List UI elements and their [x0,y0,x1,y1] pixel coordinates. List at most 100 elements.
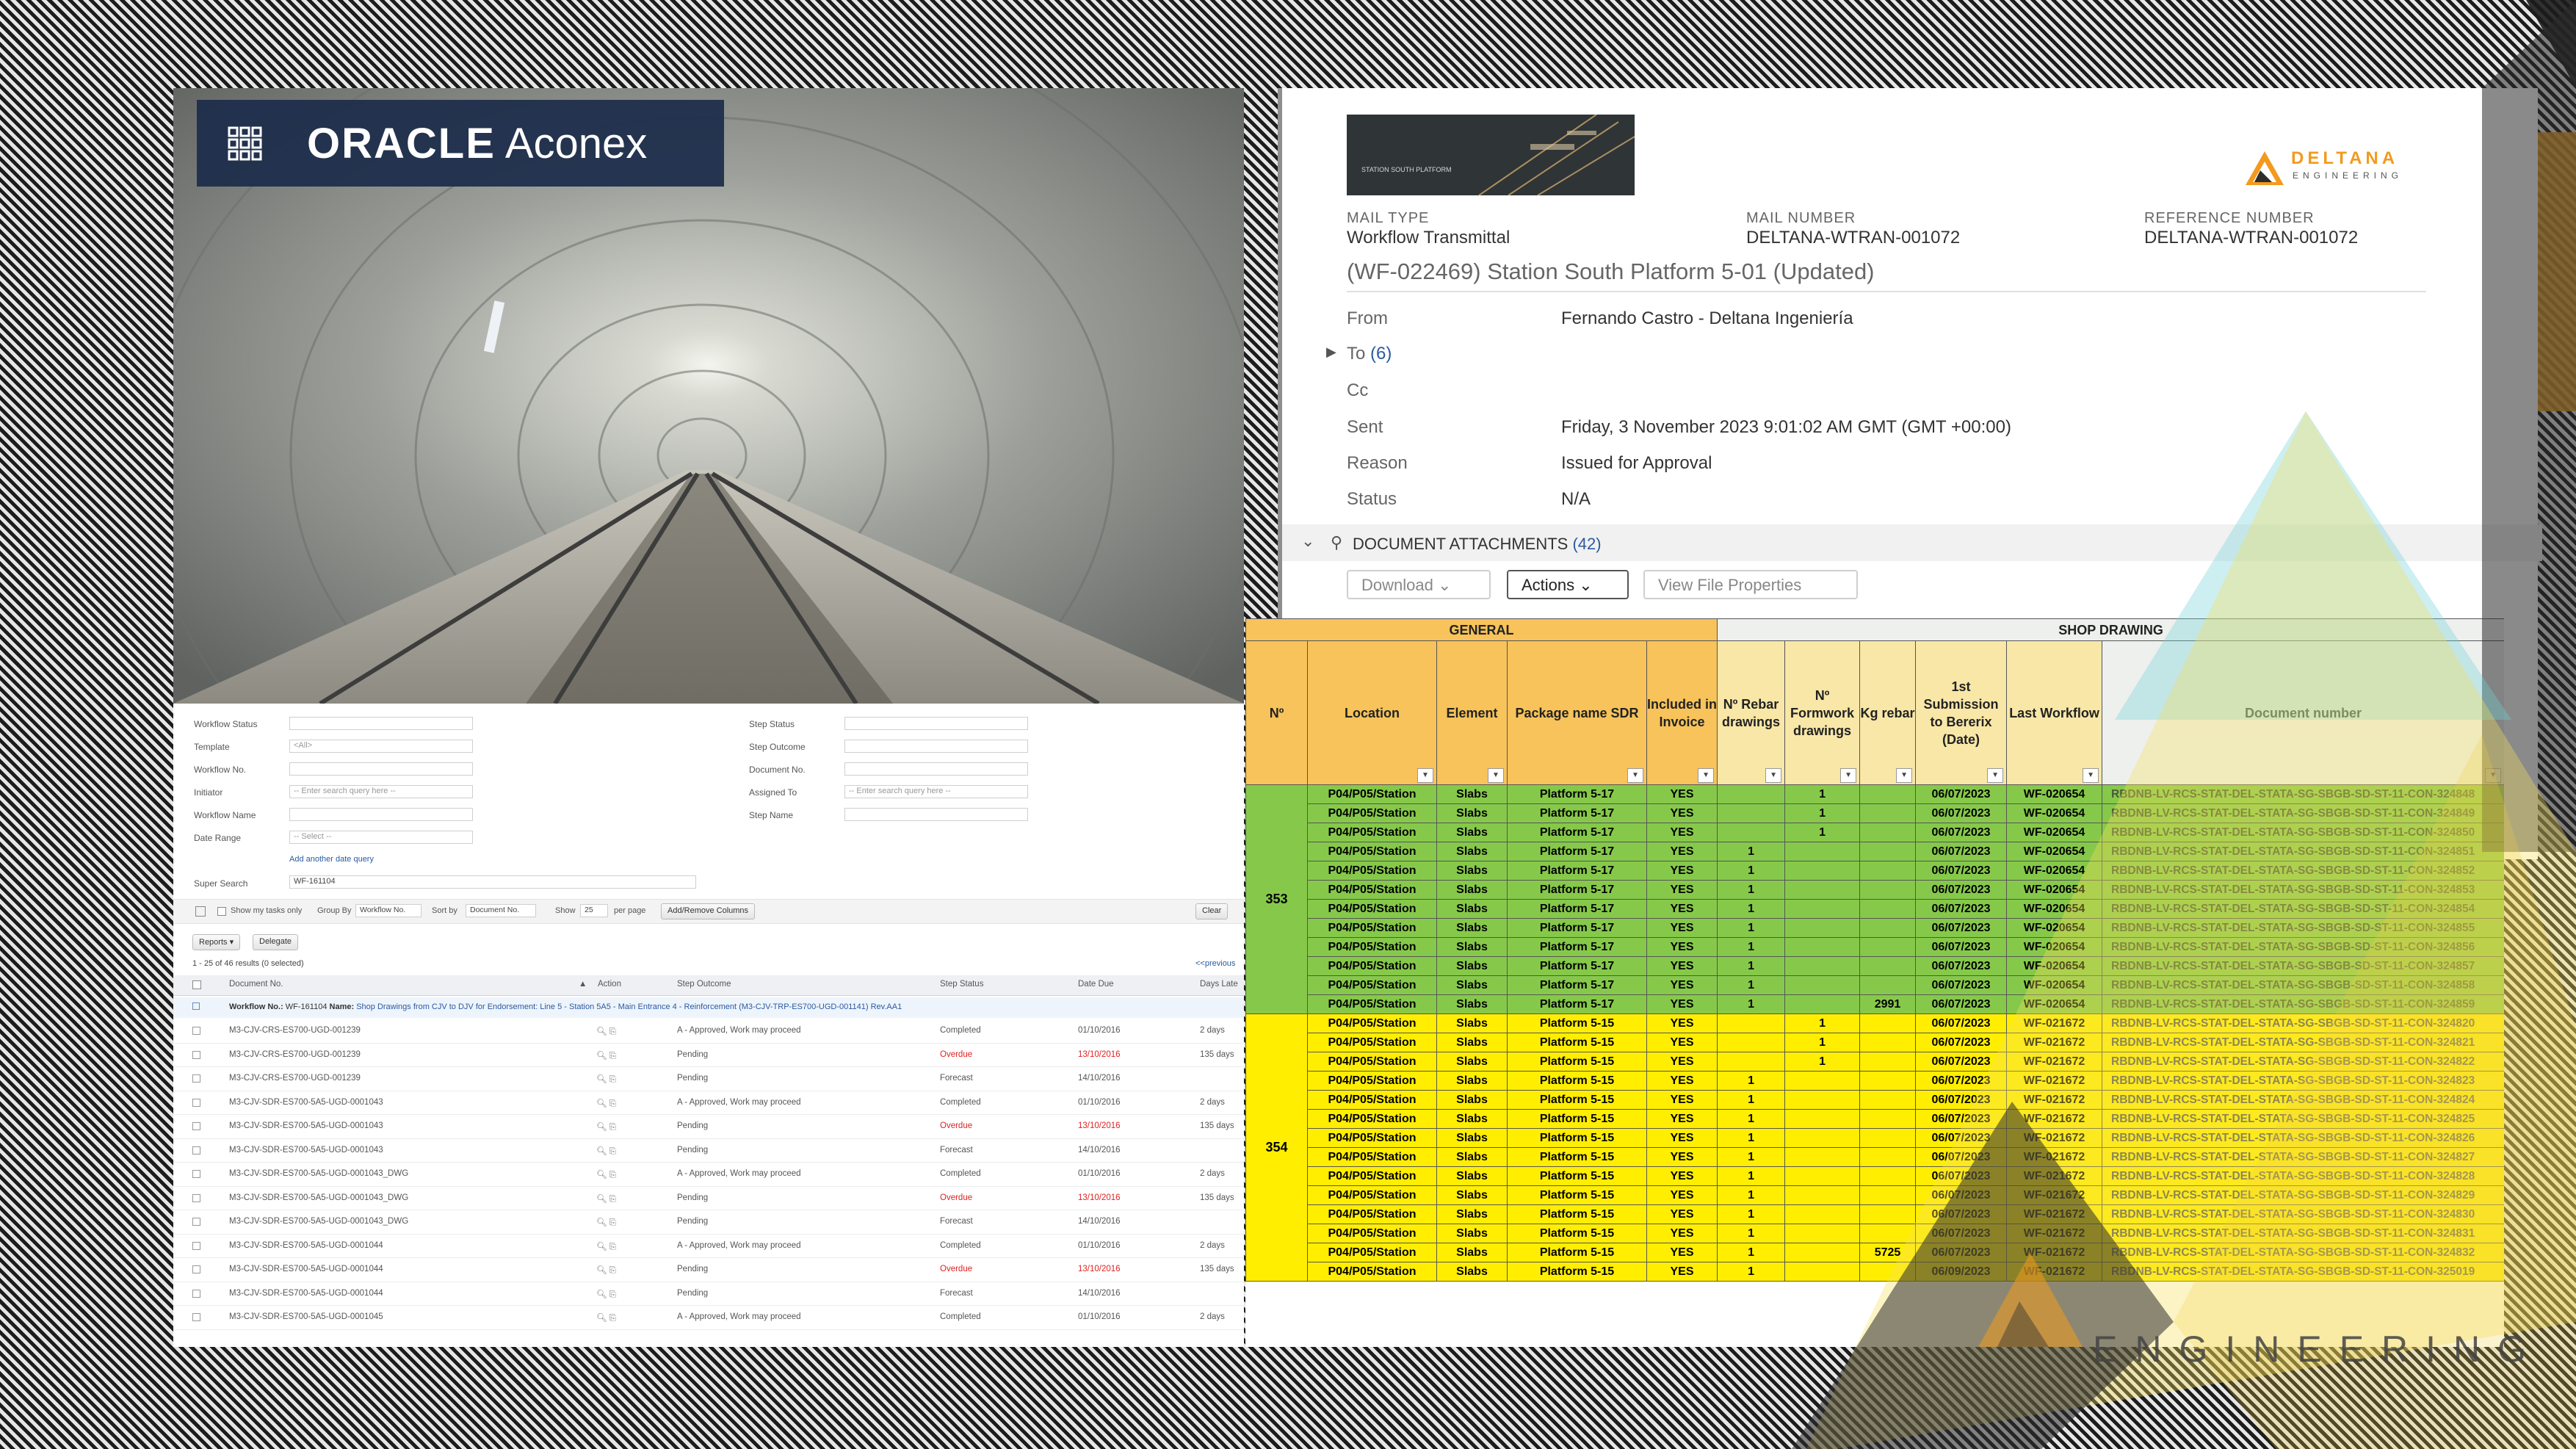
cell-date[interactable]: 06/07/2023 [1915,956,2008,976]
cell-rebar[interactable]: 1 [1717,1262,1786,1282]
cell-rebar[interactable]: 1 [1717,1147,1786,1167]
cell-element[interactable]: Slabs [1436,1262,1508,1282]
result-row[interactable]: M3-CJV-SDR-ES700-5A5-UGD-0001043_DWG 🔍︎ ⎘… [173,1163,1244,1187]
row-checkbox[interactable] [192,1050,200,1059]
sheet-row[interactable]: P04/P05/Station Slabs Platform 5-15 YES 1 06/… [1246,1090,2504,1110]
cell-workflow[interactable]: WF-021672 [2006,1185,2103,1205]
row-checkbox[interactable] [192,1098,200,1107]
filter-dropdown-icon[interactable]: ▼ [2485,768,2502,783]
cell-kg[interactable] [1859,1013,1917,1033]
cell-package[interactable]: Platform 5-17 [1507,803,1647,823]
cell-package[interactable]: Platform 5-17 [1507,861,1647,881]
cell-workflow[interactable]: WF-021672 [2006,1128,2103,1148]
cell-package[interactable]: Platform 5-15 [1507,1128,1647,1148]
cell-rebar[interactable] [1717,784,1786,804]
cell-rebar[interactable]: 1 [1717,1071,1786,1091]
col-step-status[interactable]: Step Status [940,980,983,989]
cell-date[interactable]: 06/07/2023 [1915,1128,2008,1148]
cell-element[interactable]: Slabs [1436,803,1508,823]
cell-kg[interactable] [1859,1109,1917,1129]
cell-date[interactable]: 06/07/2023 [1915,1052,2008,1072]
cell-location[interactable]: P04/P05/Station [1307,880,1437,900]
filter-dropdown-icon[interactable]: ▼ [1698,768,1715,783]
cell-invoice[interactable]: YES [1646,880,1718,900]
cell-invoice[interactable]: YES [1646,823,1718,842]
cell-document[interactable]: RBDNB-LV-RCS-STAT-DEL-STATA-SG-SBGB-SD-S… [2102,899,2504,919]
cell-kg[interactable] [1859,823,1917,842]
cell-invoice[interactable]: YES [1646,1262,1718,1282]
cell-invoice[interactable]: YES [1646,803,1718,823]
cell-invoice[interactable]: YES [1646,1166,1718,1186]
cell-location[interactable]: P04/P05/Station [1307,975,1437,995]
cell-date[interactable]: 06/07/2023 [1915,1109,2008,1129]
row-checkbox[interactable] [192,1265,200,1273]
sheet-row[interactable]: P04/P05/Station Slabs Platform 5-15 YES 1 06/… [1246,1185,2504,1205]
cell-invoice[interactable]: YES [1646,918,1718,938]
filter-dropdown-icon[interactable]: ▼ [1987,768,2004,783]
cell-rebar[interactable]: 1 [1717,1109,1786,1129]
cell-invoice[interactable]: YES [1646,861,1718,881]
cell-workflow[interactable]: WF-021672 [2006,1071,2103,1091]
view-icon[interactable]: 🔍︎ ⎘ [596,1121,616,1132]
filter-input[interactable] [844,762,1028,776]
cell-rebar[interactable]: 1 [1717,1243,1786,1262]
sheet-row[interactable]: P04/P05/Station Slabs Platform 5-17 YES 1 06/… [1246,880,2504,900]
cell-package[interactable]: Platform 5-17 [1507,937,1647,957]
cell-package[interactable]: Platform 5-17 [1507,784,1647,804]
cell-date[interactable]: 06/07/2023 [1915,975,2008,995]
cell-kg[interactable] [1859,975,1917,995]
sheet-row[interactable]: P04/P05/Station Slabs Platform 5-15 YES 1 06/… [1246,1128,2504,1148]
cell-package[interactable]: Platform 5-15 [1507,1071,1647,1091]
col-document-no[interactable]: Document No. [229,980,283,989]
cell-element[interactable]: Slabs [1436,975,1508,995]
cell-invoice[interactable]: YES [1646,937,1718,957]
reports-button[interactable]: Reports ▾ [192,934,241,950]
view-file-properties-button[interactable]: View File Properties [1643,570,1858,599]
cell-group-no[interactable]: 354 [1245,1013,1308,1282]
cell-invoice[interactable]: YES [1646,899,1718,919]
cell-package[interactable]: Platform 5-15 [1507,1052,1647,1072]
sheet-row[interactable]: P04/P05/Station Slabs Platform 5-15 YES 1 06/… [1246,1262,2504,1282]
delegate-button[interactable]: Delegate [253,934,299,950]
cell-date[interactable]: 06/07/2023 [1915,1166,2008,1186]
cell-formwork[interactable] [1784,861,1861,881]
cell-invoice[interactable]: YES [1646,1128,1718,1148]
cell-group-no[interactable]: 353 [1245,784,1308,1014]
cell-document[interactable]: RBDNB-LV-RCS-STAT-DEL-STATA-SG-SBGB-SD-S… [2102,1243,2504,1262]
filter-dropdown-icon[interactable]: ▼ [2083,768,2099,783]
cell-package[interactable]: Platform 5-17 [1507,956,1647,976]
cell-location[interactable]: P04/P05/Station [1307,956,1437,976]
sheet-row[interactable]: P04/P05/Station Slabs Platform 5-15 YES 1 06/… [1246,1033,2504,1052]
view-icon[interactable]: 🔍︎ ⎘ [596,1050,616,1061]
chevron-down-icon[interactable]: ⌄ [1301,532,1314,551]
cell-date[interactable]: 06/07/2023 [1915,784,2008,804]
cell-invoice[interactable]: YES [1646,784,1718,804]
cell-kg[interactable] [1859,1090,1917,1110]
col-step-outcome[interactable]: Step Outcome [677,980,731,989]
workflow-name-link[interactable]: Shop Drawings from CJV to DJV for Endors… [356,1002,902,1011]
cell-element[interactable]: Slabs [1436,1071,1508,1091]
select-all-checkbox[interactable] [192,980,201,989]
cell-location[interactable]: P04/P05/Station [1307,1166,1437,1186]
row-checkbox[interactable] [192,1218,200,1226]
cell-rebar[interactable]: 1 [1717,956,1786,976]
cell-document[interactable]: RBDNB-LV-RCS-STAT-DEL-STATA-SG-SBGB-SD-S… [2102,1224,2504,1243]
cell-invoice[interactable]: YES [1646,1013,1718,1033]
filter-dropdown-icon[interactable]: ▼ [1488,768,1504,783]
cell-element[interactable]: Slabs [1436,1204,1508,1224]
cell-date[interactable]: 06/07/2023 [1915,1204,2008,1224]
filter-input[interactable]: -- Select -- [289,831,473,844]
result-row[interactable]: M3-CJV-CRS-ES700-UGD-001239 🔍︎ ⎘ A - Appro… [173,1019,1244,1044]
cell-kg[interactable] [1859,861,1917,881]
cell-workflow[interactable]: WF-020654 [2006,975,2103,995]
view-icon[interactable]: 🔍︎ ⎘ [596,1074,616,1085]
cell-workflow[interactable]: WF-021672 [2006,1033,2103,1052]
cell-formwork[interactable] [1784,1109,1861,1129]
cell-workflow[interactable]: WF-020654 [2006,842,2103,861]
filter-input[interactable] [844,808,1028,821]
col-action[interactable]: Action [598,980,621,989]
cell-kg[interactable] [1859,1166,1917,1186]
cell-formwork[interactable] [1784,1147,1861,1167]
result-row[interactable]: M3-CJV-SDR-ES700-5A5-UGD-0001043 🔍︎ ⎘ Pend… [173,1115,1244,1139]
cell-kg[interactable] [1859,784,1917,804]
